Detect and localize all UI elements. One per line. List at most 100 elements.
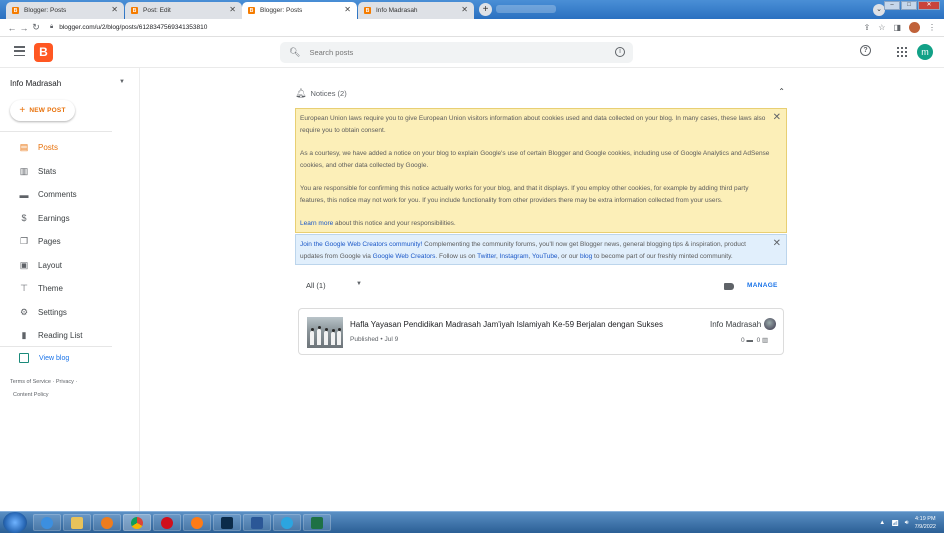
- lock-icon[interactable]: 🔒︎: [50, 24, 53, 31]
- browser-tab[interactable]: B Blogger: Posts ✕: [6, 2, 124, 19]
- stats-icon: ▥: [762, 337, 769, 344]
- window-controls: – □ ✕: [884, 1, 940, 10]
- side-panel-icon[interactable]: ◨: [893, 23, 901, 32]
- post-thumbnail[interactable]: [307, 317, 343, 348]
- sidebar-item-label: Layout: [38, 260, 63, 270]
- blog-selector[interactable]: Info Madrasah: [10, 79, 61, 88]
- hamburger-menu-icon[interactable]: [14, 46, 25, 56]
- sidebar-item-posts[interactable]: ▤ Posts: [0, 136, 140, 160]
- search-bar: 🔍︎ i: [280, 42, 633, 63]
- chevron-up-icon[interactable]: ⌃: [778, 87, 785, 96]
- terms-link[interactable]: Terms of Service: [10, 379, 51, 385]
- clock[interactable]: 4:19 PM 7/9/2022: [915, 515, 936, 531]
- sidebar-nav: ▤ Posts ▥ Stats ▬ Comments $ Earnings ❐ …: [0, 136, 140, 348]
- sidebar-divider: [0, 131, 112, 132]
- reload-icon[interactable]: ↻: [30, 22, 42, 33]
- search-icon[interactable]: 🔍︎: [289, 47, 300, 58]
- browser-tab[interactable]: B Post: Edit ✕: [125, 2, 242, 19]
- chevron-down-icon[interactable]: ▼: [356, 281, 362, 287]
- sidebar-item-label: Reading List: [38, 331, 83, 341]
- youtube-link[interactable]: YouTube: [532, 253, 558, 260]
- sidebar-item-label: Earnings: [38, 213, 70, 223]
- windows-start-button[interactable]: [3, 512, 27, 533]
- word-icon[interactable]: [243, 514, 271, 531]
- close-window-icon[interactable]: ✕: [918, 1, 940, 10]
- post-title[interactable]: Hafla Yayasan Pendidikan Madrasah Jam'iy…: [350, 320, 663, 329]
- back-arrow-icon[interactable]: ←: [6, 23, 18, 33]
- sidebar-item-layout[interactable]: ▣ Layout: [0, 254, 140, 278]
- share-icon[interactable]: ⇪: [864, 23, 871, 32]
- manage-button[interactable]: MANAGE: [747, 282, 778, 289]
- sidebar-item-pages[interactable]: ❐ Pages: [0, 230, 140, 254]
- address-bar: ← → ↻ 🔒︎ blogger.com/u/2/blog/posts/6128…: [0, 19, 944, 37]
- sidebar-item-theme[interactable]: ⊤ Theme: [0, 277, 140, 301]
- profile-avatar[interactable]: [909, 22, 920, 33]
- notices-title: Notices (2): [310, 88, 347, 98]
- excel-icon[interactable]: [303, 514, 331, 531]
- chrome-icon[interactable]: [123, 514, 151, 531]
- content-policy-link[interactable]: Content Policy: [13, 392, 48, 398]
- browser-tab-active[interactable]: B Blogger: Posts ✕: [242, 2, 357, 19]
- label-tag-icon[interactable]: [724, 283, 734, 290]
- twitter-link[interactable]: Twitter: [477, 253, 496, 260]
- close-icon[interactable]: ✕: [773, 112, 781, 124]
- tray-expand-icon[interactable]: ▲: [879, 520, 885, 526]
- network-icon[interactable]: 📶︎: [891, 520, 899, 527]
- bookmark-star-icon[interactable]: ☆: [878, 23, 885, 32]
- privacy-link[interactable]: Privacy: [56, 379, 74, 385]
- telegram-icon[interactable]: [273, 514, 301, 531]
- opera-icon[interactable]: [153, 514, 181, 531]
- maximize-icon[interactable]: □: [901, 1, 917, 10]
- url-field[interactable]: blogger.com/u/2/blog/posts/6128347569341…: [59, 24, 207, 31]
- ie-icon[interactable]: [33, 514, 61, 531]
- tab-title: Blogger: Posts: [24, 7, 67, 14]
- blog-link[interactable]: blog: [580, 253, 592, 260]
- tab-close-icon[interactable]: ✕: [344, 5, 351, 14]
- post-stats: 0 ▬ 0 ▥: [741, 336, 768, 344]
- tab-close-icon[interactable]: ✕: [229, 5, 236, 14]
- blogger-favicon-icon: B: [131, 7, 138, 14]
- new-post-label: NEW POST: [29, 107, 66, 114]
- browser-tab[interactable]: B Info Madrasah ✕: [358, 2, 474, 19]
- view-blog-link[interactable]: View blog: [0, 353, 69, 363]
- google-apps-icon[interactable]: [897, 47, 907, 57]
- notice-paragraph: European Union laws require you to give …: [300, 115, 766, 134]
- sidebar-item-settings[interactable]: ⚙ Settings: [0, 301, 140, 325]
- minimize-icon[interactable]: –: [884, 1, 900, 10]
- instagram-link[interactable]: Instagram: [500, 253, 529, 260]
- comment-count: 0: [741, 337, 745, 344]
- tab-close-icon[interactable]: ✕: [461, 5, 468, 14]
- close-icon[interactable]: ✕: [773, 238, 781, 250]
- forward-arrow-icon[interactable]: →: [18, 23, 30, 33]
- tab-close-icon[interactable]: ✕: [111, 5, 118, 14]
- sidebar-divider: [0, 346, 112, 347]
- sidebar-item-stats[interactable]: ▥ Stats: [0, 160, 140, 184]
- join-community-link[interactable]: Join the Google Web Creators community!: [300, 241, 422, 248]
- post-list-item[interactable]: Hafla Yayasan Pendidikan Madrasah Jam'iy…: [298, 308, 784, 355]
- photoshop-icon[interactable]: [213, 514, 241, 531]
- browser-menu-icon[interactable]: ⋮: [928, 23, 936, 32]
- bookmark-icon: ▮: [21, 330, 27, 341]
- notices-header[interactable]: 🔔︎ Notices (2) ⌃: [295, 86, 787, 100]
- info-icon[interactable]: i: [615, 47, 625, 57]
- new-post-button[interactable]: + NEW POST: [10, 100, 75, 121]
- firefox-icon[interactable]: [183, 514, 211, 531]
- blog-selector-dropdown-icon[interactable]: ▼: [119, 79, 125, 85]
- sidebar-item-comments[interactable]: ▬ Comments: [0, 183, 140, 207]
- post-filter-dropdown[interactable]: All (1): [306, 281, 326, 290]
- file-explorer-icon[interactable]: [63, 514, 91, 531]
- blogger-logo[interactable]: B: [34, 43, 53, 62]
- notice-paragraph: Learn more about this notice and your re…: [300, 218, 770, 230]
- user-avatar[interactable]: m: [917, 44, 933, 60]
- sidebar-item-reading-list[interactable]: ▮ Reading List: [0, 324, 140, 348]
- google-web-creators-link[interactable]: Google Web Creators: [373, 253, 436, 260]
- tab-title: Info Madrasah: [376, 7, 418, 14]
- volume-icon[interactable]: 🔊︎: [905, 520, 909, 527]
- learn-more-link[interactable]: Learn more: [300, 220, 333, 227]
- sidebar-item-earnings[interactable]: $ Earnings: [0, 207, 140, 231]
- new-tab-button[interactable]: +: [479, 3, 492, 16]
- search-input[interactable]: [309, 48, 600, 57]
- clock-date: 7/9/2022: [914, 524, 936, 530]
- help-icon[interactable]: ?: [860, 45, 871, 56]
- media-player-icon[interactable]: [93, 514, 121, 531]
